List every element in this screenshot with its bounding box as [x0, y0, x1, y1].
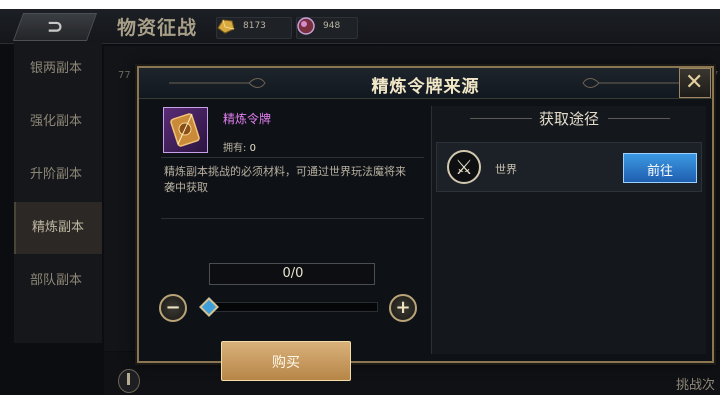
item-panel: 精炼令牌 拥有: 0 精炼副本挑战的必须材料，可通过世界玩法魔将来袭中获取 0/…: [147, 106, 424, 381]
slider-handle[interactable]: [199, 297, 219, 317]
refine-token-icon: [170, 113, 200, 147]
item-description: 精炼副本挑战的必须材料，可通过世界玩法魔将来袭中获取: [164, 165, 406, 194]
resource-gem: 948: [296, 17, 358, 39]
top-white-bar: [0, 0, 720, 9]
header-ornament-right-icon: [582, 78, 679, 88]
challenge-count-label: 挑战次: [676, 378, 716, 393]
route-name: 世界: [495, 163, 517, 176]
close-icon: ✕: [685, 70, 704, 95]
gem-value: 948: [323, 21, 341, 31]
sidebar-item-strengthen[interactable]: 强化副本: [14, 96, 102, 148]
go-label: 前往: [646, 164, 673, 179]
sidebar-item-troop[interactable]: 部队副本: [14, 255, 102, 307]
resource-gold: 8173: [216, 17, 292, 39]
route-row-world: ⚔ 世界 前往: [436, 142, 702, 192]
title-line-right: [608, 118, 670, 119]
bottom-white-bar: [0, 395, 720, 404]
back-icon: ⊃: [46, 14, 64, 38]
go-button[interactable]: 前往: [623, 153, 697, 183]
divider: [161, 157, 424, 158]
quantity-display: 0/0: [209, 263, 375, 285]
owned-label: 拥有:: [223, 143, 247, 154]
refine-token-dialog: 精炼令牌来源 ✕ 精炼令牌 拥有: 0 精炼副本挑战的必须材料，可通过世界玩法魔…: [137, 66, 714, 381]
sidebar-item-advance[interactable]: 升阶副本: [14, 149, 102, 201]
plus-icon: +: [395, 297, 411, 318]
buy-label: 购买: [272, 355, 300, 371]
item-card[interactable]: [163, 107, 208, 153]
crossed-swords-icon: ⚔: [447, 150, 481, 184]
close-button[interactable]: ✕: [679, 68, 711, 98]
gem-icon: [297, 17, 315, 35]
background-number-left: 77: [118, 70, 131, 81]
quantity-text: 0/0: [282, 266, 304, 281]
buy-button[interactable]: 购买: [221, 341, 351, 381]
minus-icon: −: [165, 297, 181, 318]
top-bar: ⊃ 物资征战 8173 948: [0, 9, 720, 44]
item-owned: 拥有: 0: [223, 139, 256, 154]
page-title: 物资征战: [117, 17, 198, 39]
source-routes-panel: 获取途径 ⚔ 世界 前往: [431, 106, 706, 354]
sidebar-item-silver[interactable]: 银两副本: [14, 43, 102, 95]
item-name: 精炼令牌: [223, 112, 272, 126]
gold-ingot-icon: [217, 19, 235, 34]
back-button[interactable]: ⊃: [12, 13, 98, 41]
exclamation-icon: [127, 373, 130, 385]
dialog-header: 精炼令牌来源 ✕: [139, 68, 712, 99]
increase-button[interactable]: +: [389, 294, 417, 322]
sidebar-item-refine[interactable]: 精炼副本: [14, 202, 102, 254]
gold-value: 8173: [243, 21, 266, 31]
info-button[interactable]: [118, 369, 140, 393]
divider: [161, 218, 424, 219]
decrease-button[interactable]: −: [159, 294, 187, 322]
sidebar: 银两副本 强化副本 升阶副本 精炼副本 部队副本: [14, 43, 102, 343]
owned-value: 0: [249, 143, 256, 154]
quantity-slider[interactable]: [204, 302, 378, 312]
